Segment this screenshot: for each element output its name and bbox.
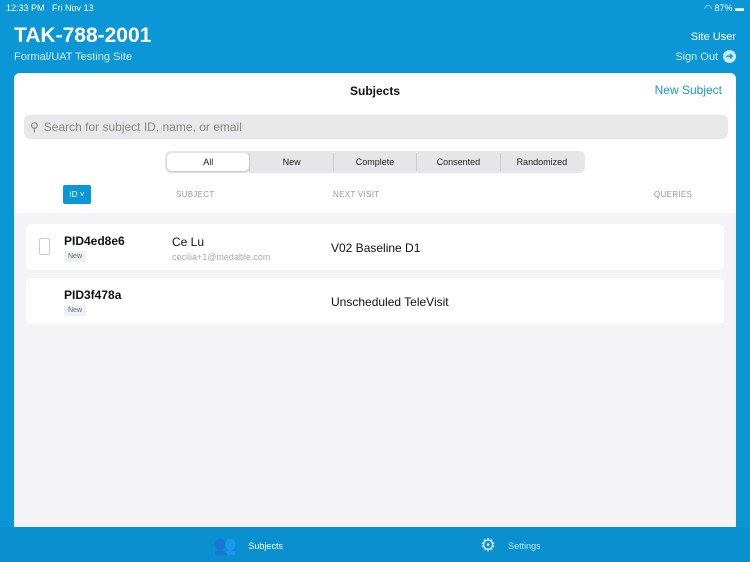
- status-time: 12:33 PM: [6, 3, 45, 13]
- subjects-panel: Subjects New Subject ⚲ Search for subject…: [14, 73, 736, 527]
- subject-email: cecilia+1@medable.com: [172, 252, 271, 262]
- device-icon: [39, 238, 50, 255]
- filter-consented[interactable]: Consented: [416, 153, 499, 171]
- tab-label: Settings: [508, 540, 541, 551]
- battery-icon: ▬: [735, 3, 744, 13]
- column-queries: QUERIES: [654, 190, 693, 199]
- people-icon: 👥: [214, 535, 237, 555]
- sign-out-button[interactable]: Sign Out ➜: [675, 50, 736, 63]
- filter-randomized[interactable]: Randomized: [499, 153, 583, 171]
- tab-settings[interactable]: ⚙ Settings: [480, 535, 541, 556]
- tab-bar: 👥 Subjects ⚙ Settings: [0, 527, 750, 562]
- status-bar: 12:33 PM Fri Nov 13 ◠ 87% ▬: [0, 0, 750, 16]
- site-name: Formal/UAT Testing Site: [14, 51, 132, 63]
- subject-row[interactable]: PID4ed8e6 New Ce Lu cecilia+1@medable.co…: [26, 224, 724, 270]
- tab-label: Subjects: [248, 540, 283, 551]
- filter-new[interactable]: New: [249, 153, 332, 171]
- subject-id: PID3f478a: [64, 288, 122, 302]
- search-input[interactable]: ⚲ Search for subject ID, name, or email: [24, 115, 728, 139]
- column-next-visit: NEXT VISIT: [333, 190, 380, 199]
- subject-id: PID4ed8e6: [64, 234, 125, 248]
- user-name: Site User: [690, 31, 736, 43]
- study-title: TAK-788-2001: [14, 24, 152, 47]
- page-title: Subjects: [349, 84, 400, 98]
- search-placeholder: Search for subject ID, name, or email: [43, 120, 242, 134]
- gear-icon: ⚙: [480, 535, 497, 555]
- sign-out-label: Sign Out: [675, 50, 718, 63]
- new-subject-button[interactable]: New Subject: [655, 83, 722, 97]
- status-date: Fri Nov 13: [52, 3, 94, 13]
- subject-row[interactable]: PID3f478a New Unscheduled TeleVisit: [26, 278, 724, 324]
- next-visit: V02 Baseline D1: [331, 241, 421, 255]
- filter-segmented-control: All New Complete Consented Randomized: [165, 151, 585, 173]
- search-icon: ⚲: [30, 120, 39, 134]
- next-visit: Unscheduled TeleVisit: [331, 295, 449, 309]
- filter-complete[interactable]: Complete: [332, 153, 416, 171]
- tab-subjects[interactable]: 👥 Subjects: [214, 535, 283, 556]
- wifi-icon: ◠: [704, 3, 712, 13]
- column-subject: SUBJECT: [176, 190, 215, 199]
- sort-id-button[interactable]: ID ˅: [63, 185, 91, 204]
- status-badge: New: [64, 305, 87, 316]
- status-badge: New: [64, 251, 87, 262]
- sign-out-icon: ➜: [723, 50, 736, 63]
- battery-percent: 87%: [714, 3, 733, 13]
- filter-all[interactable]: All: [167, 153, 250, 171]
- subject-name: Ce Lu: [172, 235, 205, 249]
